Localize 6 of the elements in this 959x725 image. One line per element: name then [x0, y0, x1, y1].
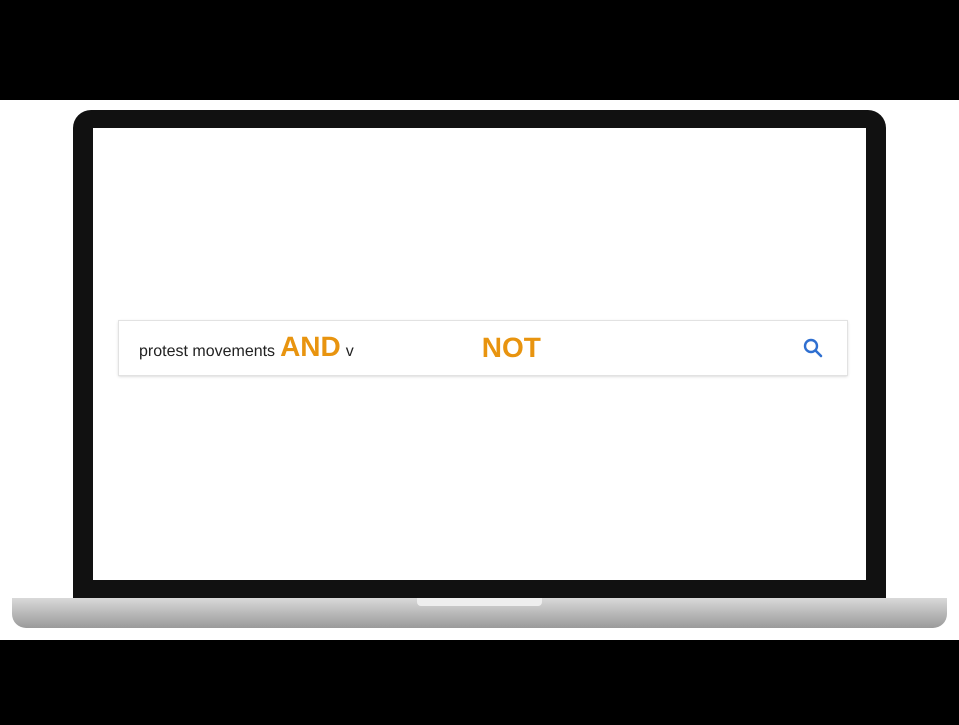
search-field[interactable]: protest movements AND v NOT	[118, 320, 848, 376]
operator-label: AND	[280, 332, 341, 360]
operator-label: NOT	[482, 334, 541, 362]
search-term: protest movements	[139, 342, 276, 362]
search-term: v	[346, 342, 354, 362]
search-icon[interactable]	[803, 338, 823, 358]
